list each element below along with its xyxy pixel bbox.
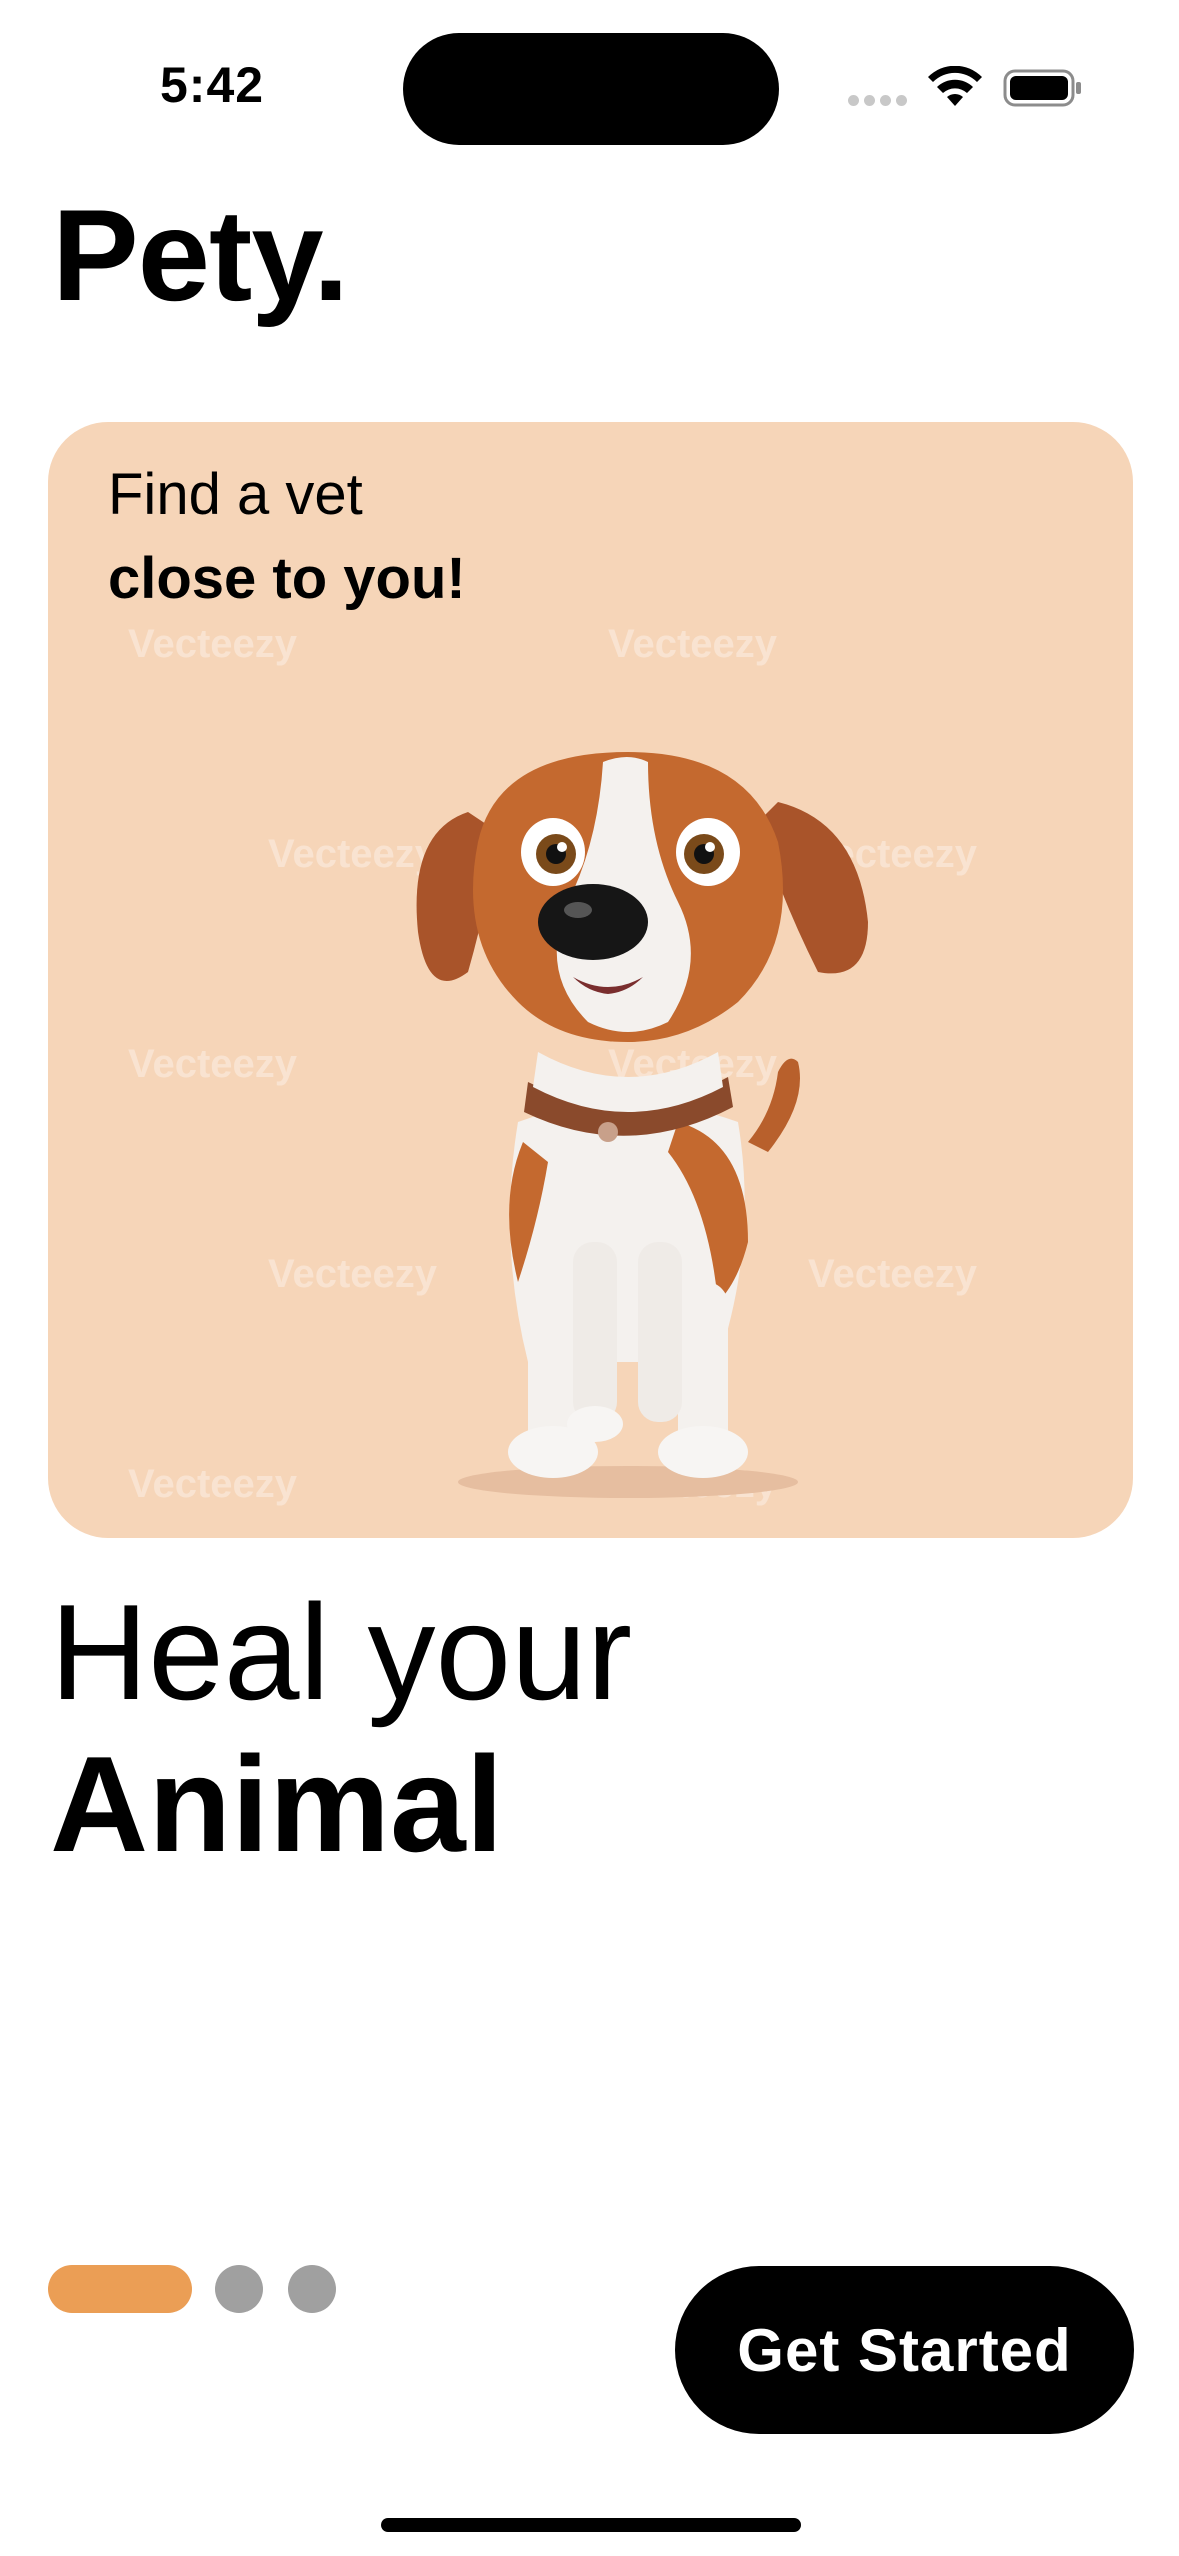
- home-indicator[interactable]: [381, 2518, 801, 2532]
- battery-icon: [1003, 69, 1081, 107]
- status-time: 5:42: [160, 57, 265, 113]
- page-indicator-dot-2[interactable]: [215, 2265, 263, 2313]
- get-started-button[interactable]: Get Started: [675, 2266, 1134, 2434]
- app-logo-title: Pety.: [52, 182, 349, 328]
- wifi-icon: [928, 66, 982, 106]
- page-indicator-active[interactable]: [48, 2265, 192, 2313]
- dog-illustration: [416, 752, 868, 1498]
- hero-subtitle-line1: Find a vet: [108, 462, 363, 527]
- watermark: Vecteezy: [608, 622, 778, 666]
- headline-line2: Animal: [50, 1728, 504, 1880]
- headline-line1: Heal your: [50, 1576, 633, 1728]
- watermark: Vecteezy: [128, 1462, 298, 1506]
- watermark: Vecteezy: [128, 1042, 298, 1086]
- page-indicator-dot-3[interactable]: [288, 2265, 336, 2313]
- hero-card: Find a vet close to you! Vecteezy Vectee…: [48, 422, 1133, 1538]
- hero-subtitle-line2: close to you!: [108, 546, 466, 611]
- dynamic-island: [403, 33, 779, 145]
- cellular-signal-icon: [848, 95, 908, 107]
- watermark: Vecteezy: [128, 622, 298, 666]
